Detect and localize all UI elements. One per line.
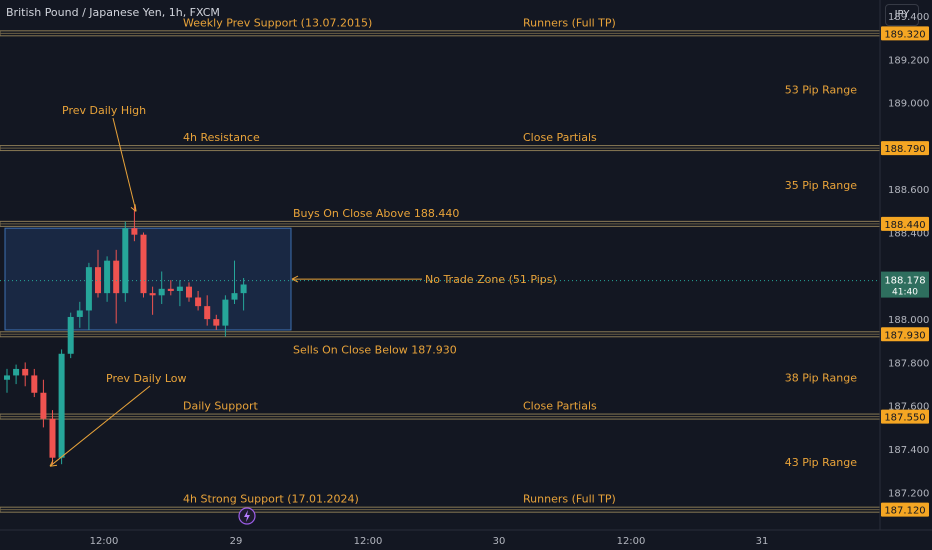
candle-body: [49, 418, 56, 458]
level-right-label: Close Partials: [523, 400, 597, 413]
prev-daily-high-arrowhead: [130, 204, 137, 212]
candle-body: [40, 392, 47, 419]
candle-body: [222, 299, 229, 326]
x-tick-label: 30: [493, 536, 506, 547]
level-price-text: 189.320: [884, 29, 925, 40]
level-left-label: 4h Resistance: [183, 131, 260, 144]
pip-range-label: 43 Pip Range: [785, 456, 858, 469]
level-right-label: Runners (Full TP): [523, 493, 616, 506]
no-trade-zone-box: [4, 227, 292, 331]
candle-body: [122, 228, 129, 294]
candle-body: [58, 353, 65, 458]
candle-body: [231, 293, 238, 300]
level-right-label: Close Partials: [523, 131, 597, 144]
time-axis[interactable]: 12:00 29 12:00 30 12:00 31: [0, 507, 932, 547]
y-tick-label: 187.800: [888, 358, 929, 369]
level-right-label: Runners (Full TP): [523, 16, 616, 29]
candle-body: [104, 260, 111, 294]
y-tick-label: 187.400: [888, 445, 929, 456]
level-left-label: Daily Support: [183, 400, 259, 413]
candle-body: [195, 297, 202, 307]
level-left-label: Weekly Prev Support (13.07.2015): [183, 16, 372, 29]
candle-body: [204, 306, 211, 320]
prev-daily-low-arrow: [49, 385, 151, 467]
y-tick-label: 189.000: [888, 99, 929, 110]
x-tick-label: 12:00: [617, 536, 646, 547]
no-trade-zone: [4, 227, 292, 331]
candle-body: [76, 310, 83, 317]
candle-body: [131, 228, 138, 235]
candle-body: [85, 267, 92, 311]
level-left-label: Sells On Close Below 187.930: [293, 343, 457, 356]
level-price-text: 187.930: [884, 330, 925, 341]
x-tick-label: 12:00: [90, 536, 119, 547]
x-tick-label: 29: [230, 536, 243, 547]
price-axis[interactable]: 189.400189.200189.000188.800188.600188.4…: [879, 0, 929, 530]
candle-body: [22, 368, 29, 376]
prev-daily-high-label: Prev Daily High: [62, 104, 146, 117]
prev-daily-low-label: Prev Daily Low: [106, 372, 187, 385]
candle-body: [31, 375, 38, 393]
zone-label: No Trade Zone (51 Pips): [425, 273, 557, 286]
candle-body: [186, 286, 192, 298]
pip-range-label: 38 Pip Range: [785, 372, 858, 385]
y-tick-label: 189.400: [888, 12, 929, 23]
candle-body: [240, 284, 247, 294]
level-price-text: 187.550: [884, 413, 925, 424]
y-tick-label: 189.200: [888, 55, 929, 66]
pip-range-label: 53 Pip Range: [785, 84, 858, 97]
candle-body: [149, 293, 156, 296]
candle-body: [13, 368, 20, 376]
level-left-label: 4h Strong Support (17.01.2024): [183, 493, 359, 506]
candle-body: [4, 375, 10, 380]
candle-body: [158, 288, 165, 296]
lightning-icon[interactable]: [238, 507, 256, 525]
level-price-text: 188.790: [884, 144, 925, 155]
candle-body: [67, 316, 74, 354]
prev-daily-high-arrow: [112, 117, 137, 212]
pip-range-label: 35 Pip Range: [785, 179, 858, 192]
x-tick-label: 31: [756, 536, 769, 547]
countdown-text: 41:40: [892, 288, 918, 298]
level-left-label: Buys On Close Above 188.440: [293, 207, 459, 220]
candle-body: [167, 288, 174, 291]
candle-body: [140, 234, 147, 294]
y-tick-label: 187.200: [888, 488, 929, 499]
y-tick-label: 188.600: [888, 185, 929, 196]
price-chart[interactable]: Weekly Prev Support (13.07.2015) Runners …: [0, 0, 932, 550]
level-price-text: 188.440: [884, 220, 925, 231]
level-price-text: 187.120: [884, 506, 925, 517]
candle-body: [176, 286, 183, 291]
y-tick-label: 188.000: [888, 315, 929, 326]
x-tick-label: 12:00: [354, 536, 383, 547]
candle-body: [213, 319, 220, 326]
current-price-text: 188.178: [884, 276, 925, 287]
candle-body: [113, 260, 120, 294]
